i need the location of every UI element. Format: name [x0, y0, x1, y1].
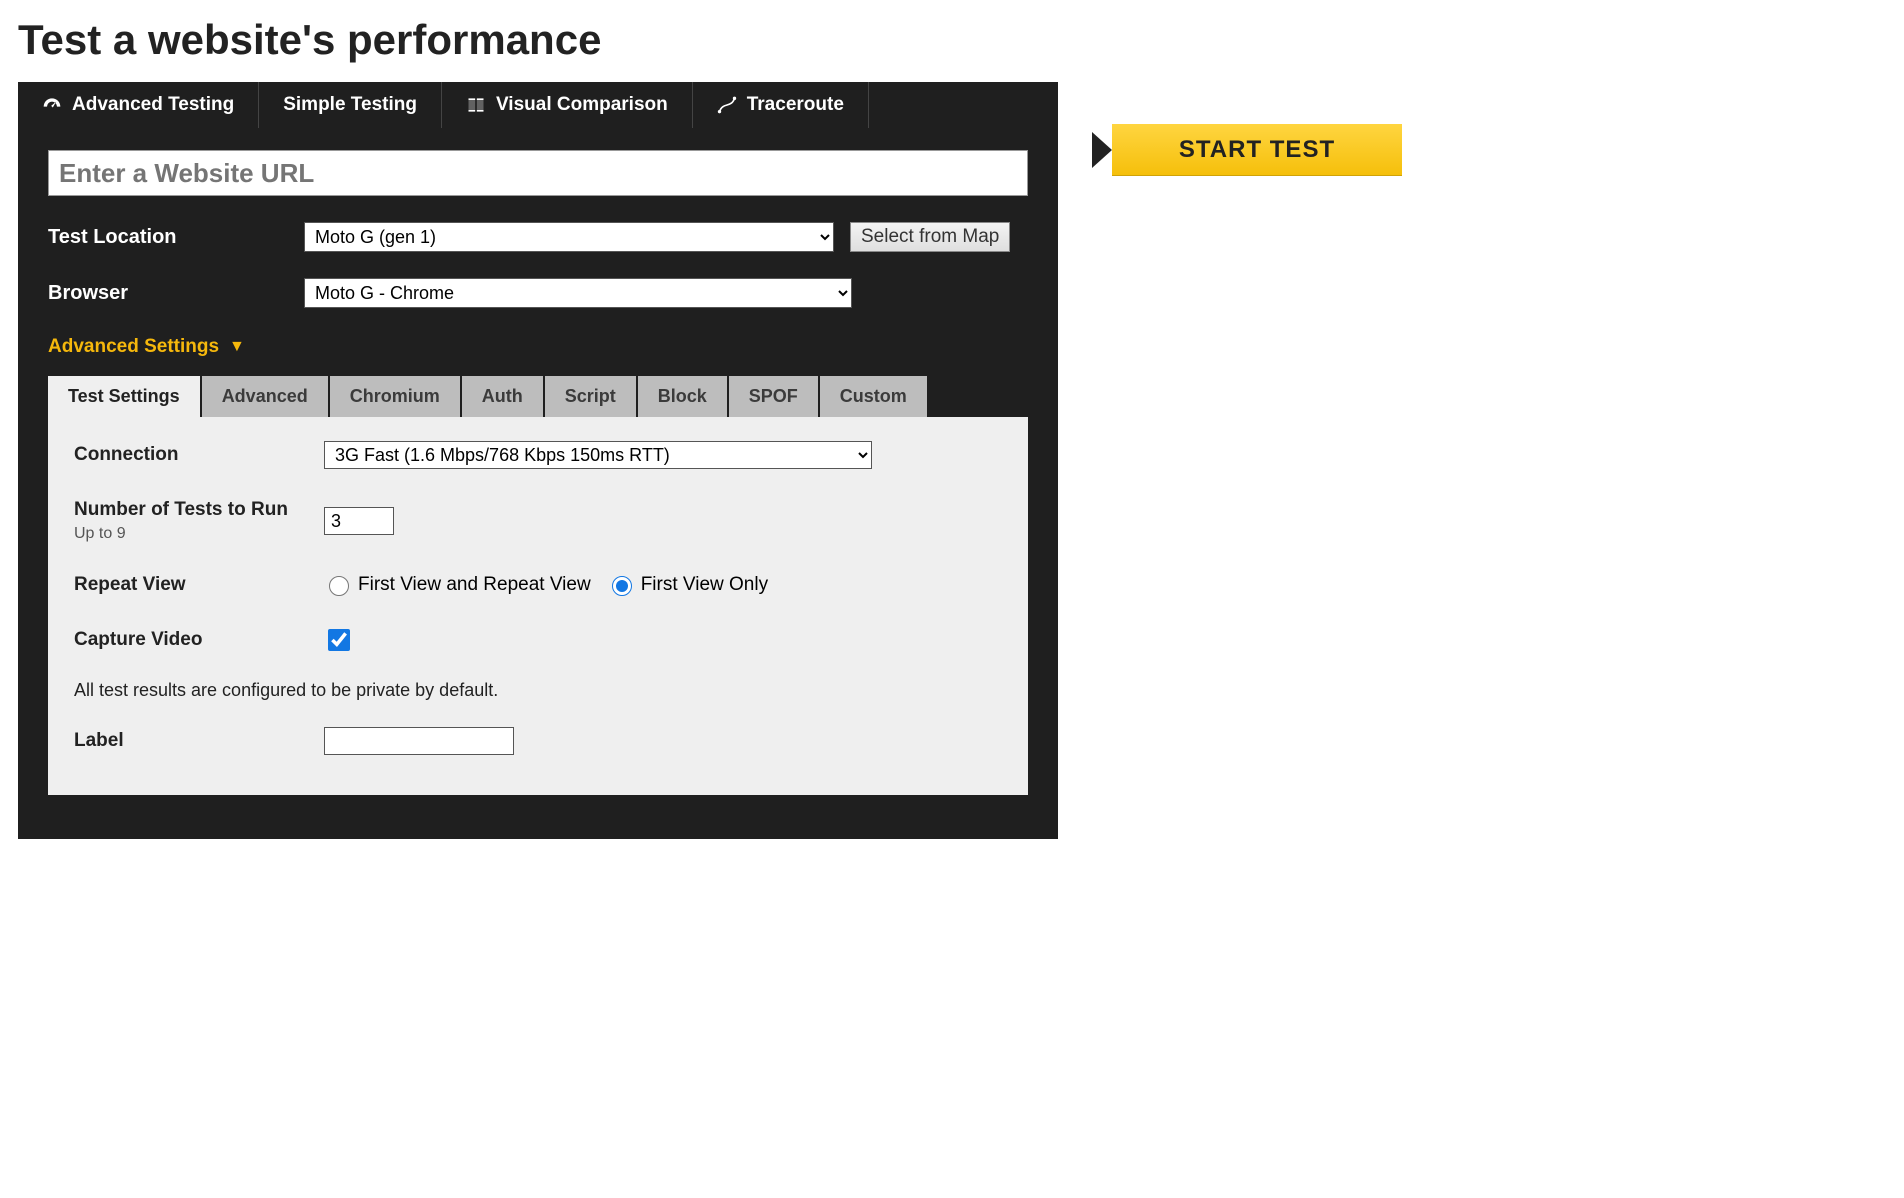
repeatview-label: Repeat View	[74, 574, 324, 596]
settings-tab-custom[interactable]: Custom	[820, 376, 927, 417]
tab-label: Advanced Testing	[72, 94, 234, 116]
start-test-wrap: START TEST	[1092, 124, 1402, 176]
browser-label: Browser	[48, 282, 288, 305]
settings-tab-chromium[interactable]: Chromium	[330, 376, 460, 417]
mode-tabs: Advanced Testing Simple Testing Visual C…	[18, 82, 1058, 128]
test-form-panel: Advanced Testing Simple Testing Visual C…	[18, 82, 1058, 839]
settings-tab-block[interactable]: Block	[638, 376, 727, 417]
tab-visual-comparison[interactable]: Visual Comparison	[442, 82, 693, 128]
advanced-settings-toggle[interactable]: Advanced Settings ▼	[48, 336, 1028, 358]
connection-select[interactable]: 3G Fast (1.6 Mbps/768 Kbps 150ms RTT)	[324, 441, 872, 469]
traceroute-icon	[717, 95, 737, 115]
tab-traceroute[interactable]: Traceroute	[693, 82, 869, 128]
browser-select[interactable]: Moto G - Chrome	[304, 278, 852, 308]
settings-tab-advanced[interactable]: Advanced	[202, 376, 328, 417]
connection-label: Connection	[74, 444, 324, 466]
repeatview-option-first[interactable]: First View Only	[607, 573, 768, 596]
settings-tab-script[interactable]: Script	[545, 376, 636, 417]
private-note: All test results are configured to be pr…	[74, 680, 1002, 701]
location-label: Test Location	[48, 226, 288, 249]
tab-simple-testing[interactable]: Simple Testing	[259, 82, 442, 128]
repeatview-radio-first[interactable]	[612, 576, 632, 596]
tab-label: Visual Comparison	[496, 94, 668, 116]
settings-tab-auth[interactable]: Auth	[462, 376, 543, 417]
repeatview-radio-both[interactable]	[329, 576, 349, 596]
label-label: Label	[74, 730, 324, 752]
start-test-button[interactable]: START TEST	[1112, 124, 1402, 176]
repeatview-option-first-label: First View Only	[641, 574, 768, 596]
advanced-settings-label: Advanced Settings	[48, 336, 219, 358]
gauge-icon	[42, 95, 62, 115]
numtests-input[interactable]	[324, 507, 394, 535]
numtests-sublabel: Up to 9	[74, 525, 324, 543]
capturevideo-label: Capture Video	[74, 629, 324, 651]
select-from-map-button[interactable]: Select from Map	[850, 222, 1010, 252]
arrow-right-icon	[1092, 132, 1112, 168]
settings-pane: Connection 3G Fast (1.6 Mbps/768 Kbps 15…	[48, 417, 1028, 795]
label-input[interactable]	[324, 727, 514, 755]
triangle-down-icon: ▼	[229, 338, 245, 356]
settings-tab-spof[interactable]: SPOF	[729, 376, 818, 417]
settings-tabs: Test Settings Advanced Chromium Auth Scr…	[48, 376, 1028, 417]
capturevideo-checkbox[interactable]	[328, 629, 350, 651]
location-select[interactable]: Moto G (gen 1)	[304, 222, 834, 252]
tab-label: Traceroute	[747, 94, 844, 116]
compare-icon	[466, 95, 486, 115]
repeatview-option-both[interactable]: First View and Repeat View	[324, 573, 591, 596]
numtests-label: Number of Tests to Run Up to 9	[74, 499, 324, 543]
repeatview-radio-group: First View and Repeat View First View On…	[324, 573, 768, 596]
tab-label: Simple Testing	[283, 94, 417, 116]
repeatview-option-both-label: First View and Repeat View	[358, 574, 591, 596]
url-input[interactable]	[48, 150, 1028, 196]
tab-advanced-testing[interactable]: Advanced Testing	[18, 82, 259, 128]
page-title: Test a website's performance	[18, 16, 1886, 64]
settings-tab-test[interactable]: Test Settings	[48, 376, 200, 417]
